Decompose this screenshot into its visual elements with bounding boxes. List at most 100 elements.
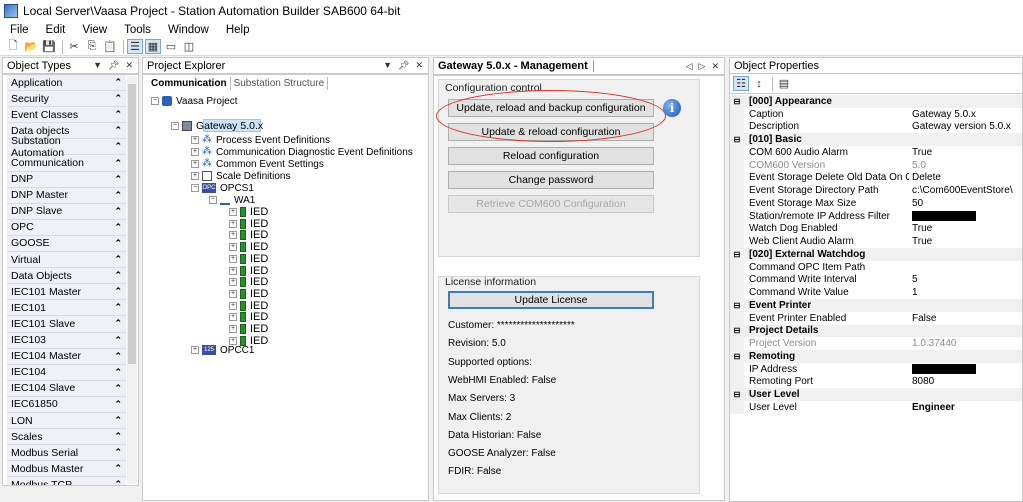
property-row[interactable]: Event Storage Max Size 50 xyxy=(730,197,1022,210)
object-type-item[interactable]: GOOSE ⌃ xyxy=(7,235,126,253)
expand-icon[interactable]: + xyxy=(191,160,199,168)
collapse-chevron-icon[interactable]: ⌃ xyxy=(114,431,122,442)
scroll-right-icon[interactable]: ▷ xyxy=(699,61,706,72)
tree-node-ied[interactable]: + IED xyxy=(229,218,268,230)
tree-node-wa1[interactable]: − WA1 xyxy=(209,194,255,206)
property-value[interactable]: 5.0 xyxy=(909,160,1022,171)
collapse-icon[interactable]: ⊟ xyxy=(730,350,744,363)
object-type-item[interactable]: IEC101 Slave ⌃ xyxy=(7,316,126,333)
tree-node-ied[interactable]: + IED xyxy=(229,253,268,265)
property-value[interactable]: Gateway 5.0.x xyxy=(909,109,1022,120)
scrollbar-thumb[interactable] xyxy=(128,84,136,364)
property-value[interactable]: 5 xyxy=(909,274,1022,285)
expand-icon[interactable]: + xyxy=(229,266,237,275)
expand-icon[interactable]: + xyxy=(229,301,237,310)
property-row[interactable]: Description Gateway version 5.0.x xyxy=(730,120,1022,134)
tree-node-ied[interactable]: + IED xyxy=(229,288,268,300)
property-row[interactable]: Command Write Value 1 xyxy=(730,286,1022,299)
property-value[interactable]: Gateway version 5.0.x xyxy=(909,121,1022,132)
sort-alphabetical-icon[interactable]: ↕ xyxy=(751,76,767,91)
tree-node-opcc1[interactable]: + 125 OPCC1 xyxy=(191,344,254,356)
property-value[interactable]: True xyxy=(909,147,1022,158)
object-type-item[interactable]: IEC104 Master ⌃ xyxy=(7,348,126,365)
tree-node-opcs1[interactable]: − OPC OPCS1 xyxy=(191,182,254,194)
property-category[interactable]: ⊟ [010] Basic xyxy=(730,133,1022,146)
collapse-chevron-icon[interactable]: ⌃ xyxy=(114,270,122,281)
collapse-chevron-icon[interactable]: ⌃ xyxy=(114,190,122,201)
object-type-item[interactable]: Scales ⌃ xyxy=(7,429,126,446)
collapse-chevron-icon[interactable]: ⌃ xyxy=(114,399,122,410)
object-type-item[interactable]: IEC101 Master ⌃ xyxy=(7,284,126,301)
collapse-chevron-icon[interactable]: ⌃ xyxy=(114,238,122,249)
tab-substation-structure[interactable]: Substation Structure xyxy=(231,77,329,90)
copy-icon[interactable]: ⎘ xyxy=(84,39,100,54)
tree-node-ied[interactable]: + IED xyxy=(229,241,268,253)
update-reload-button[interactable]: Update & reload configuration xyxy=(448,123,654,141)
collapse-chevron-icon[interactable]: ⌃ xyxy=(114,254,122,265)
property-row[interactable]: COM 600 Audio Alarm True xyxy=(730,146,1022,159)
property-row[interactable]: Station/remote IP Address Filter xyxy=(730,209,1022,223)
tree-node-process-events[interactable]: + ⁂ Process Event Definitions xyxy=(191,134,330,146)
collapse-icon[interactable]: ⊟ xyxy=(730,95,744,108)
reload-configuration-button[interactable]: Reload configuration xyxy=(448,147,654,165)
layout-icon[interactable]: ◫ xyxy=(181,39,197,54)
property-value[interactable]: 1.0.37440 xyxy=(909,338,1022,349)
collapse-chevron-icon[interactable]: ⌃ xyxy=(114,206,122,217)
object-type-item[interactable]: Security ⌃ xyxy=(7,91,126,108)
collapse-chevron-icon[interactable]: ⌃ xyxy=(114,335,122,346)
tab-gateway-management[interactable]: Gateway 5.0.x - Management xyxy=(438,60,594,72)
property-row[interactable]: IP Address xyxy=(730,362,1022,376)
expand-icon[interactable]: + xyxy=(191,148,199,156)
pin-icon[interactable]: 📌︎ xyxy=(398,60,409,71)
object-type-item[interactable]: Application ⌃ xyxy=(7,75,126,92)
object-type-item[interactable]: Modbus TCP ⌃ xyxy=(7,477,126,485)
property-category[interactable]: ⊟ Remoting xyxy=(730,350,1022,363)
tree-node-scale-definitions[interactable]: + Scale Definitions xyxy=(191,170,290,182)
change-password-button[interactable]: Change password xyxy=(448,171,654,189)
expand-icon[interactable]: + xyxy=(229,243,237,252)
collapse-chevron-icon[interactable]: ⌃ xyxy=(114,463,122,474)
object-type-item[interactable]: Virtual ⌃ xyxy=(7,252,126,269)
property-category[interactable]: ⊟ Project Details xyxy=(730,324,1022,338)
object-type-item[interactable]: Data Objects ⌃ xyxy=(7,268,126,285)
property-value[interactable]: 50 xyxy=(909,198,1022,209)
object-type-item[interactable]: DNP Master ⌃ xyxy=(7,187,126,204)
property-category[interactable]: ⊟ User Level xyxy=(730,388,1022,401)
expand-icon[interactable]: + xyxy=(229,231,237,240)
object-type-item[interactable]: IEC61850 ⌃ xyxy=(7,396,126,413)
close-icon[interactable]: ✕ xyxy=(125,60,133,71)
tree-node-root[interactable]: − Vaasa Project xyxy=(151,95,238,107)
collapse-icon[interactable]: − xyxy=(171,122,179,130)
property-row[interactable]: User Level Engineer xyxy=(730,401,1022,414)
collapse-icon[interactable]: − xyxy=(209,196,217,204)
property-value[interactable]: False xyxy=(909,313,1022,324)
property-row[interactable]: Project Version 1.0.37440 xyxy=(730,337,1022,350)
scrollbar[interactable] xyxy=(127,76,137,484)
object-type-item[interactable]: Modbus Serial ⌃ xyxy=(7,445,126,462)
expand-icon[interactable]: + xyxy=(229,219,237,228)
close-icon[interactable]: ✕ xyxy=(711,61,719,72)
pin-icon[interactable]: 📌︎ xyxy=(108,60,119,71)
collapse-chevron-icon[interactable]: ⌃ xyxy=(114,109,122,120)
property-value[interactable]: True xyxy=(909,223,1022,234)
object-type-item[interactable]: IEC101 ⌃ xyxy=(7,300,126,317)
collapse-icon[interactable]: ⊟ xyxy=(730,388,744,401)
property-row[interactable]: COM600 Version 5.0 xyxy=(730,158,1022,172)
object-type-item[interactable]: Substation Automation ⌃ xyxy=(7,135,126,159)
menu-item-file[interactable]: File xyxy=(10,24,29,36)
categorized-icon[interactable]: ☷ xyxy=(733,76,749,91)
tab-communication[interactable]: Communication xyxy=(148,77,231,90)
collapse-chevron-icon[interactable]: ⌃ xyxy=(114,222,122,233)
tree-node-ied[interactable]: + IED xyxy=(229,311,268,323)
tree-node-ied[interactable]: + IED xyxy=(229,206,268,218)
collapse-chevron-icon[interactable]: ⌃ xyxy=(114,141,122,152)
object-type-item[interactable]: OPC ⌃ xyxy=(7,219,126,236)
collapse-chevron-icon[interactable]: ⌃ xyxy=(114,383,122,394)
save-icon[interactable]: 💾 xyxy=(41,39,57,54)
menu-item-tools[interactable]: Tools xyxy=(124,24,151,36)
collapse-chevron-icon[interactable]: ⌃ xyxy=(114,447,122,458)
property-row[interactable]: Remoting Port 8080 xyxy=(730,375,1022,389)
collapse-chevron-icon[interactable]: ⌃ xyxy=(114,302,122,313)
object-type-item[interactable]: IEC104 ⌃ xyxy=(7,364,126,381)
scroll-left-icon[interactable]: ◁ xyxy=(686,61,693,72)
